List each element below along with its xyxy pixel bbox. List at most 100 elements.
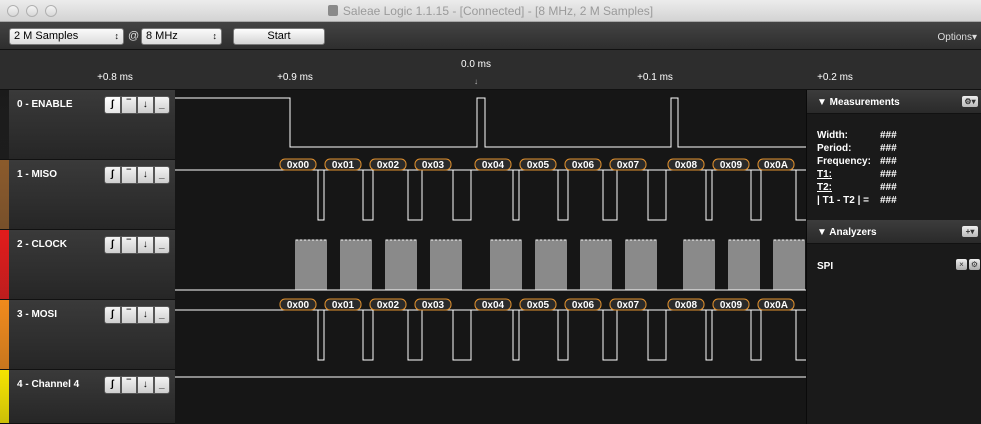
waveform-canvas[interactable]: 0x00 0x01 0x02 0x03 0x04 0x05 0x06 0x07 0x08 0x09… — [175, 90, 811, 424]
decoded-byte-label: 0x0A — [764, 300, 788, 311]
decoded-byte[interactable]: 0x02 — [369, 158, 407, 171]
measurement-value: ### — [880, 182, 897, 193]
sample-count-select[interactable]: 2 M Samples ↕ — [9, 28, 124, 45]
trigger-selector[interactable]: ʃ ‾ ↓ _ — [104, 306, 170, 324]
trigger-low-icon[interactable]: _ — [153, 236, 170, 254]
channel-2-header[interactable]: 2 - CLOCK ʃ ‾ ↓ _ — [0, 230, 175, 300]
clock-burst — [385, 239, 417, 290]
time-ruler[interactable]: 0.0 ms ↓ +0.8 ms +0.9 ms +0.1 ms +0.2 ms — [0, 50, 981, 90]
mosi-bit-pulse — [750, 310, 762, 361]
analyzers-header[interactable]: ▼ Analyzers +▾ — [807, 220, 981, 244]
mosi-bit-pulse — [795, 310, 811, 361]
trigger-low-icon[interactable]: _ — [153, 306, 170, 324]
decoded-byte[interactable]: 0x03 — [414, 298, 452, 311]
trigger-high-icon[interactable]: ‾ — [120, 306, 137, 324]
analyzers-title: ▼ Analyzers — [817, 227, 877, 238]
saleae-app-icon — [327, 5, 338, 16]
channel-color-swatch — [0, 300, 9, 369]
measurement-value: ### — [880, 169, 897, 180]
decoded-byte-label: 0x07 — [617, 300, 640, 311]
decoded-byte[interactable]: 0x06 — [564, 158, 602, 171]
trigger-low-icon[interactable]: _ — [153, 166, 170, 184]
trigger-rising-edge-icon[interactable]: ʃ — [104, 376, 121, 394]
decoded-byte-label: 0x08 — [675, 160, 698, 171]
trigger-high-icon[interactable]: ‾ — [120, 166, 137, 184]
t2-label[interactable]: T2: — [817, 182, 832, 193]
decoded-byte[interactable]: 0x07 — [609, 298, 647, 311]
sample-rate-select[interactable]: 8 MHz ↕ — [141, 28, 222, 45]
clock-burst — [580, 239, 612, 290]
options-menu-button[interactable]: Options▾ — [938, 32, 977, 43]
close-icon[interactable]: × — [956, 259, 967, 270]
decoded-byte[interactable]: 0x08 — [667, 158, 705, 171]
decoded-byte[interactable]: 0x04 — [474, 158, 512, 171]
decoded-byte[interactable]: 0x06 — [564, 298, 602, 311]
trigger-rising-edge-icon[interactable]: ʃ — [104, 306, 121, 324]
channel-color-swatch — [0, 370, 9, 423]
channel-3-header[interactable]: 3 - MOSI ʃ ‾ ↓ _ — [0, 300, 175, 370]
mosi-bit-pulse — [602, 310, 618, 361]
waveform-view[interactable]: 0x00 0x01 0x02 0x03 0x04 0x05 0x06 0x07 0x08 0x09… — [175, 90, 811, 424]
ruler-tick: +0.8 ms — [97, 72, 133, 83]
trigger-falling-edge-icon[interactable]: ↓ — [137, 236, 154, 254]
measurement-value: ### — [880, 195, 897, 206]
decoded-byte[interactable]: 0x08 — [667, 298, 705, 311]
gear-icon[interactable]: ⚙ — [969, 259, 980, 270]
decoded-byte[interactable]: 0x01 — [324, 298, 362, 311]
decoded-byte[interactable]: 0x00 — [279, 298, 317, 311]
decoded-byte[interactable]: 0x05 — [519, 298, 557, 311]
trigger-selector[interactable]: ʃ ‾ ↓ _ — [104, 166, 170, 184]
miso-bit-pulse — [512, 170, 520, 221]
decoded-byte[interactable]: 0x09 — [712, 158, 750, 171]
channel-0-header[interactable]: 0 - ENABLE ʃ ‾ ↓ _ — [0, 90, 175, 160]
trigger-selector[interactable]: ʃ ‾ ↓ _ — [104, 236, 170, 254]
trigger-falling-edge-icon[interactable]: ↓ — [137, 96, 154, 114]
clock-burst — [773, 239, 805, 290]
side-panel: ▼ Measurements ⚙▾ Width: ### Period: ###… — [806, 90, 981, 424]
measurements-gear-icon[interactable]: ⚙▾ — [962, 96, 978, 107]
decoded-byte-label: 0x07 — [617, 160, 640, 171]
t1-label[interactable]: T1: — [817, 169, 832, 180]
trigger-low-icon[interactable]: _ — [153, 376, 170, 394]
decoded-byte[interactable]: 0x07 — [609, 158, 647, 171]
clock-burst — [625, 239, 657, 290]
channel-1-header[interactable]: 1 - MISO ʃ ‾ ↓ _ — [0, 160, 175, 230]
decoded-byte[interactable]: 0x0A — [757, 158, 795, 171]
window-title-text: Saleae Logic 1.1.15 - [Connected] - [8 M… — [342, 4, 654, 18]
trigger-high-icon[interactable]: ‾ — [120, 236, 137, 254]
mosi-bit-pulse — [362, 310, 374, 361]
measurements-header[interactable]: ▼ Measurements ⚙▾ — [807, 90, 981, 114]
trigger-selector[interactable]: ʃ ‾ ↓ _ — [104, 376, 170, 394]
trigger-rising-edge-icon[interactable]: ʃ — [104, 236, 121, 254]
decoded-byte-label: 0x00 — [287, 300, 310, 311]
select-arrows-icon: ↕ — [212, 31, 218, 41]
trigger-falling-edge-icon[interactable]: ↓ — [137, 306, 154, 324]
decoded-byte[interactable]: 0x0A — [757, 298, 795, 311]
trigger-high-icon[interactable]: ‾ — [120, 376, 137, 394]
decoded-byte[interactable]: 0x09 — [712, 298, 750, 311]
decoded-byte[interactable]: 0x05 — [519, 158, 557, 171]
start-button[interactable]: Start — [233, 28, 325, 45]
trigger-selector[interactable]: ʃ ‾ ↓ _ — [104, 96, 170, 114]
trigger-rising-edge-icon[interactable]: ʃ — [104, 166, 121, 184]
trigger-low-icon[interactable]: _ — [153, 96, 170, 114]
trigger-falling-edge-icon[interactable]: ↓ — [137, 376, 154, 394]
miso-bit-pulse — [602, 170, 618, 221]
trigger-falling-edge-icon[interactable]: ↓ — [137, 166, 154, 184]
channel-name: 3 - MOSI — [17, 309, 58, 320]
channel-4-header[interactable]: 4 - Channel 4 ʃ ‾ ↓ _ — [0, 370, 175, 424]
decoded-byte[interactable]: 0x04 — [474, 298, 512, 311]
decoded-byte[interactable]: 0x01 — [324, 158, 362, 171]
decoded-byte[interactable]: 0x00 — [279, 158, 317, 171]
mosi-bit-pulse — [407, 310, 423, 361]
decoded-byte-label: 0x01 — [332, 300, 355, 311]
decoded-byte[interactable]: 0x02 — [369, 298, 407, 311]
analyzer-item-spi[interactable]: SPI — [817, 261, 833, 272]
decoded-byte-label: 0x01 — [332, 160, 355, 171]
decoded-byte-label: 0x00 — [287, 160, 310, 171]
decoded-byte[interactable]: 0x03 — [414, 158, 452, 171]
center-marker-icon: ↓ — [474, 77, 478, 86]
trigger-rising-edge-icon[interactable]: ʃ — [104, 96, 121, 114]
trigger-high-icon[interactable]: ‾ — [120, 96, 137, 114]
add-analyzer-icon[interactable]: +▾ — [962, 226, 978, 237]
